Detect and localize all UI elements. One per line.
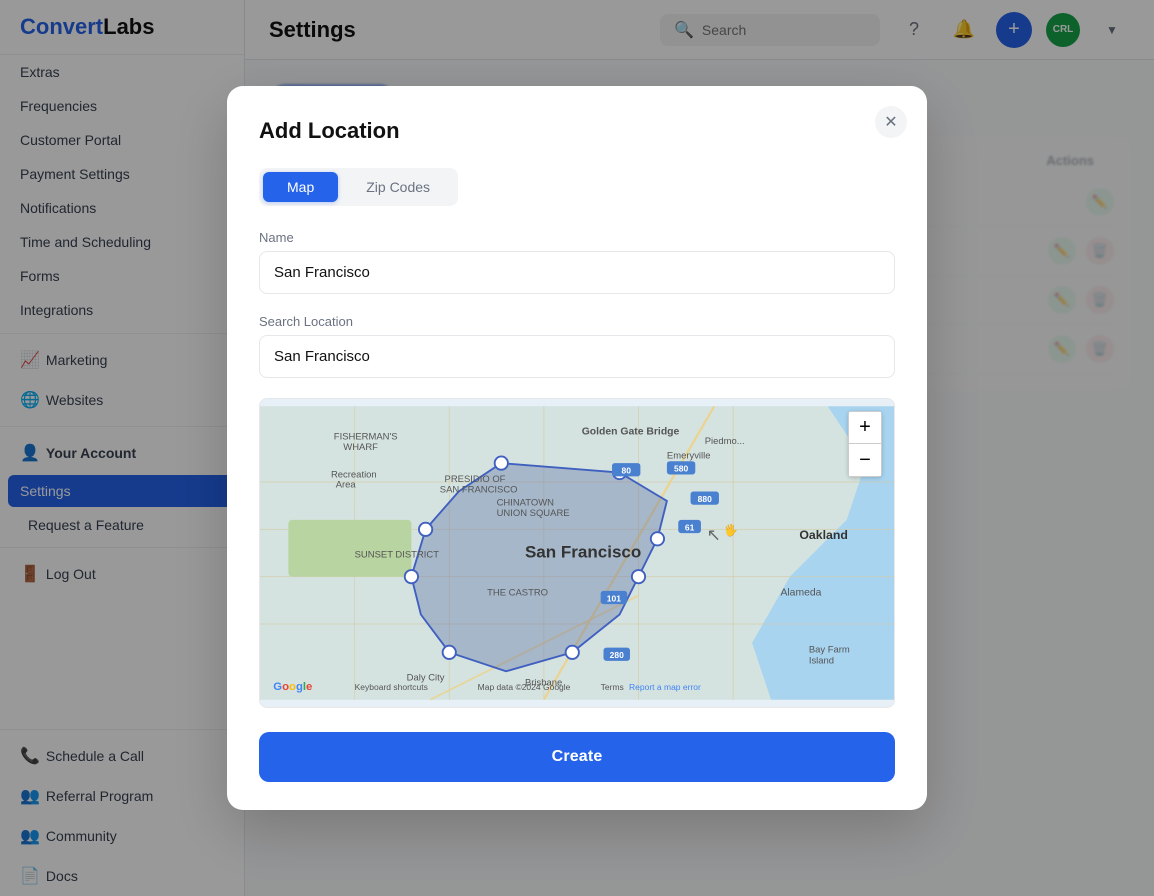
tab-zip-codes[interactable]: Zip Codes: [342, 172, 454, 202]
svg-text:101: 101: [607, 593, 621, 603]
svg-text:SUNSET DISTRICT: SUNSET DISTRICT: [355, 550, 440, 561]
svg-text:Bay Farm: Bay Farm: [809, 644, 850, 655]
svg-text:Oakland: Oakland: [799, 528, 848, 542]
map-svg: San Francisco Oakland Alameda Bay Farm I…: [260, 399, 894, 707]
svg-text:WHARF: WHARF: [343, 442, 378, 453]
svg-text:↖: ↖: [707, 526, 721, 545]
search-location-input[interactable]: [259, 335, 895, 378]
content-area: Social Networks Actions bookings outside…: [245, 60, 1154, 896]
name-label: Name: [259, 230, 895, 245]
svg-text:880: 880: [698, 494, 712, 504]
svg-text:Golden Gate Bridge: Golden Gate Bridge: [582, 427, 680, 438]
tab-map[interactable]: Map: [263, 172, 338, 202]
svg-text:THE CASTRO: THE CASTRO: [487, 588, 548, 599]
modal-overlay: Add Location ✕ Map Zip Codes Name Search…: [245, 60, 1154, 896]
svg-text:80: 80: [621, 466, 631, 476]
search-location-field-group: Search Location: [259, 314, 895, 378]
svg-text:🖐: 🖐: [724, 523, 738, 538]
svg-text:Google: Google: [273, 681, 312, 693]
map-container: San Francisco Oakland Alameda Bay Farm I…: [259, 398, 895, 708]
create-button[interactable]: Create: [259, 732, 895, 782]
zoom-out-button[interactable]: −: [849, 444, 881, 476]
svg-text:Report a map error: Report a map error: [629, 682, 701, 692]
modal-title: Add Location: [259, 118, 895, 144]
svg-text:Island: Island: [809, 656, 834, 667]
svg-text:Recreation: Recreation: [331, 469, 377, 480]
search-location-label: Search Location: [259, 314, 895, 329]
name-field-group: Name: [259, 230, 895, 294]
svg-text:CHINATOWN: CHINATOWN: [497, 498, 555, 509]
main-area: Settings 🔍 ? 🔔 + CRL ▼ Social Networks A…: [245, 0, 1154, 896]
modal-close-button[interactable]: ✕: [875, 106, 907, 138]
svg-text:580: 580: [674, 464, 688, 474]
svg-text:San Francisco: San Francisco: [525, 543, 641, 562]
svg-text:PRESIDIO OF: PRESIDIO OF: [445, 474, 506, 485]
svg-text:280: 280: [610, 650, 624, 660]
modal-tabs: Map Zip Codes: [259, 168, 458, 206]
add-location-modal: Add Location ✕ Map Zip Codes Name Search…: [245, 86, 927, 810]
svg-text:Terms: Terms: [601, 682, 624, 692]
zoom-in-button[interactable]: +: [849, 412, 881, 444]
svg-text:Emeryville: Emeryville: [667, 450, 711, 461]
svg-text:Piedmo...: Piedmo...: [705, 436, 745, 447]
svg-text:61: 61: [685, 522, 695, 532]
svg-text:Alameda: Alameda: [780, 588, 821, 599]
svg-text:Map data ©2024 Google: Map data ©2024 Google: [478, 682, 571, 692]
svg-text:FISHERMAN'S: FISHERMAN'S: [334, 431, 398, 442]
svg-text:Keyboard shortcuts: Keyboard shortcuts: [355, 682, 428, 692]
svg-text:SAN FRANCISCO: SAN FRANCISCO: [440, 484, 518, 495]
svg-text:UNION SQUARE: UNION SQUARE: [497, 508, 570, 519]
name-input[interactable]: [259, 251, 895, 294]
svg-text:Area: Area: [336, 480, 357, 491]
